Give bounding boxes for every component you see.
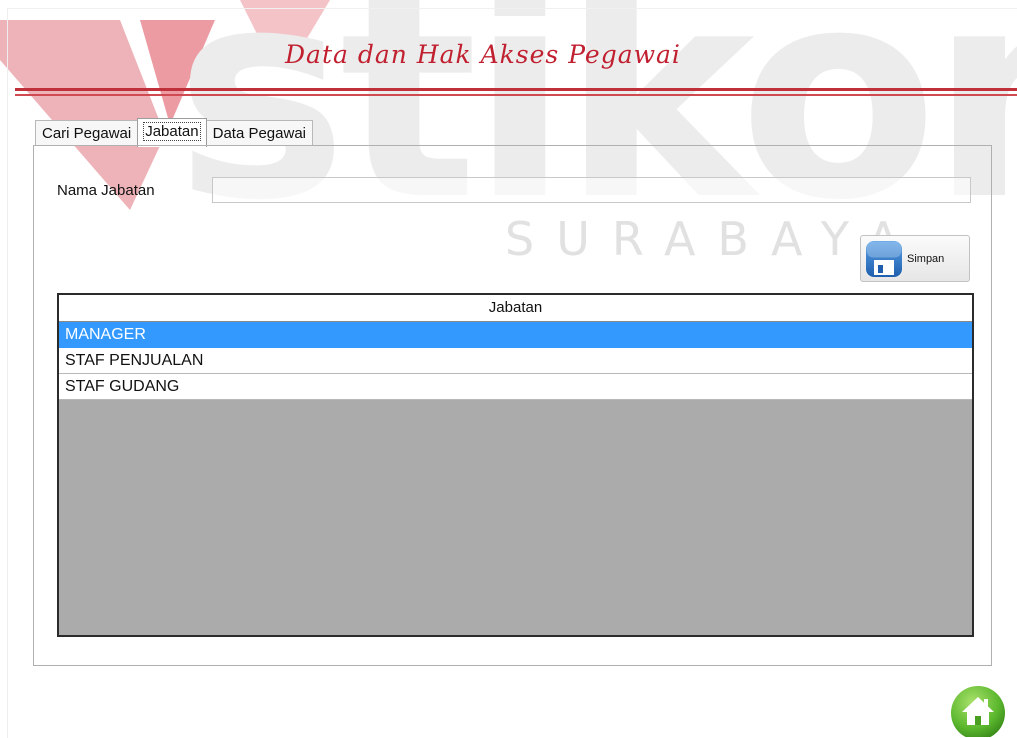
column-header-jabatan[interactable]: Jabatan <box>59 295 972 322</box>
tab-label: Jabatan <box>143 122 201 141</box>
simpan-label: Simpan <box>907 252 945 265</box>
page-title: Data dan Hak Akses Pegawai <box>285 40 681 69</box>
tab-jabatan[interactable]: Jabatan <box>137 118 207 147</box>
nama-jabatan-label: Nama Jabatan <box>57 182 155 199</box>
floppy-disk-icon <box>866 240 902 277</box>
table-row[interactable]: STAF GUDANG <box>59 374 972 400</box>
title-divider <box>15 88 1017 91</box>
jabatan-table[interactable]: Jabatan MANAGER STAF PENJUALAN STAF GUDA… <box>57 293 974 637</box>
tab-label: Cari Pegawai <box>42 125 132 142</box>
table-row[interactable]: STAF PENJUALAN <box>59 348 972 374</box>
simpan-button[interactable]: Simpan <box>860 235 970 282</box>
tab-bar: Cari Pegawai Jabatan Data Pegawai <box>35 118 314 147</box>
table-row[interactable]: MANAGER <box>59 322 972 348</box>
tab-data-pegawai[interactable]: Data Pegawai <box>205 120 314 146</box>
home-icon[interactable] <box>950 685 1006 737</box>
tab-label: Data Pegawai <box>212 125 307 142</box>
nama-jabatan-input[interactable] <box>212 177 971 203</box>
tab-cari-pegawai[interactable]: Cari Pegawai <box>35 120 139 146</box>
title-divider-secondary <box>15 94 1017 96</box>
